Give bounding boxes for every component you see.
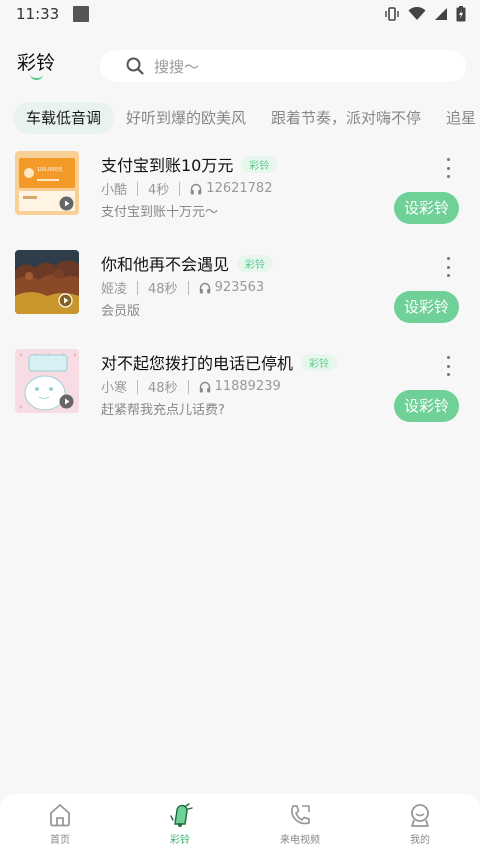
category-tabs: 车载低音调 好听到爆的欧美风 跟着节奏，派对嗨不停 追星 xyxy=(0,102,480,134)
song-cover[interactable] xyxy=(15,250,79,314)
song-meta: 小酷 4秒 12621782 xyxy=(101,179,272,198)
search-input[interactable]: 搜搜～ xyxy=(100,50,466,82)
song-meta: 小寒 48秒 11889239 xyxy=(101,377,281,396)
set-ringtone-button[interactable]: 设彩铃 xyxy=(394,291,459,323)
song-duration: 48秒 xyxy=(148,282,178,297)
ringtone-icon xyxy=(170,803,193,827)
ringtone-badge: 彩铃 xyxy=(301,354,338,371)
nav-item-call-video[interactable]: 来电视频 xyxy=(240,794,360,853)
song-cover[interactable] xyxy=(15,349,79,413)
nav-label: 首页 xyxy=(50,835,70,846)
set-ringtone-button[interactable]: 设彩铃 xyxy=(394,192,459,224)
song-duration: 48秒 xyxy=(148,381,178,396)
song-artist: 小酷 xyxy=(101,183,128,198)
bottom-nav: 首页 彩铃 来电视频 我的 xyxy=(0,794,480,853)
title-indicator xyxy=(30,74,43,80)
song-plays: 923563 xyxy=(199,280,265,295)
page-title: 彩铃 xyxy=(17,52,56,74)
meta-divider xyxy=(137,379,139,394)
nav-item-home[interactable]: 首页 xyxy=(0,794,120,853)
nav-label: 彩铃 xyxy=(170,835,190,846)
search-placeholder: 搜搜～ xyxy=(154,57,200,76)
meta-divider xyxy=(187,379,189,394)
song-cover[interactable]: 100,000元 xyxy=(15,151,79,215)
song-description: 支付宝到账十万元～ xyxy=(101,205,219,220)
home-icon xyxy=(50,804,70,827)
nav-item-profile[interactable]: 我的 xyxy=(360,794,480,853)
song-plays: 12621782 xyxy=(190,181,272,196)
status-time: 11:33 xyxy=(16,5,60,23)
nav-label: 来电视频 xyxy=(280,835,320,846)
search-icon xyxy=(126,57,144,75)
song-title-text: 你和他再不会遇见 xyxy=(101,255,230,274)
headphones-icon xyxy=(191,183,202,194)
ringtone-badge: 彩铃 xyxy=(241,156,278,173)
play-count: 11889239 xyxy=(214,379,281,394)
tab-category-3[interactable]: 跟着节奏，派对嗨不停 xyxy=(271,102,421,134)
song-title-text: 支付宝到账10万元 xyxy=(101,156,234,175)
play-icon[interactable] xyxy=(58,293,73,308)
song-plays: 11889239 xyxy=(199,379,281,394)
headphones-icon xyxy=(199,282,210,293)
song-artist: 姬凌 xyxy=(101,282,128,297)
header: 彩铃 搜搜～ xyxy=(0,44,480,84)
more-options-icon[interactable] xyxy=(440,257,456,277)
song-item[interactable]: 你和他再不会遇见 彩铃 姬凌 48秒 923563 会员版 设彩铃 xyxy=(0,245,480,344)
meta-divider xyxy=(187,280,189,295)
song-description: 会员版 xyxy=(101,304,141,319)
nav-label: 我的 xyxy=(410,835,430,846)
song-title-text: 对不起您拨打的电话已停机 xyxy=(101,354,294,373)
tab-category-4[interactable]: 追星 xyxy=(446,102,476,134)
tab-category-1[interactable]: 车载低音调 xyxy=(13,102,115,134)
nav-item-ringtone[interactable]: 彩铃 xyxy=(120,794,240,853)
more-options-icon[interactable] xyxy=(440,158,456,178)
profile-icon xyxy=(411,804,429,827)
play-icon[interactable] xyxy=(59,196,74,211)
vibrate-icon xyxy=(385,7,399,21)
song-title: 你和他再不会遇见 彩铃 xyxy=(101,251,274,275)
song-description: 赶紧帮我充点儿话费? xyxy=(101,403,225,418)
song-meta: 姬凌 48秒 923563 xyxy=(101,278,264,297)
headphones-icon xyxy=(199,381,210,392)
ringtone-badge: 彩铃 xyxy=(237,255,274,272)
meta-divider xyxy=(137,280,139,295)
meta-divider xyxy=(137,181,139,196)
song-item[interactable]: 100,000元 支付宝到账10万元 彩铃 小酷 4秒 12621782 支付宝… xyxy=(0,146,480,245)
more-options-icon[interactable] xyxy=(440,356,456,376)
cover-amount-text: 100,000元 xyxy=(37,167,63,173)
meta-divider xyxy=(179,181,181,196)
call-video-icon xyxy=(291,805,310,825)
status-bar: 11:33 xyxy=(0,0,480,28)
set-ringtone-button[interactable]: 设彩铃 xyxy=(394,390,459,422)
song-list: 100,000元 支付宝到账10万元 彩铃 小酷 4秒 12621782 支付宝… xyxy=(0,146,480,443)
play-count: 12621782 xyxy=(206,181,273,196)
battery-icon xyxy=(456,6,466,22)
notification-icon xyxy=(73,6,90,22)
song-item[interactable]: 对不起您拨打的电话已停机 彩铃 小寒 48秒 11889239 赶紧帮我充点儿话费… xyxy=(0,344,480,443)
song-duration: 4秒 xyxy=(148,183,170,198)
tab-category-2[interactable]: 好听到爆的欧美风 xyxy=(126,102,246,134)
wifi-icon xyxy=(408,7,426,20)
song-title: 支付宝到账10万元 彩铃 xyxy=(101,152,278,176)
song-title: 对不起您拨打的电话已停机 彩铃 xyxy=(101,350,338,374)
play-icon[interactable] xyxy=(59,394,74,409)
play-count: 923563 xyxy=(214,280,265,295)
signal-icon xyxy=(435,8,447,20)
song-artist: 小寒 xyxy=(101,381,128,396)
